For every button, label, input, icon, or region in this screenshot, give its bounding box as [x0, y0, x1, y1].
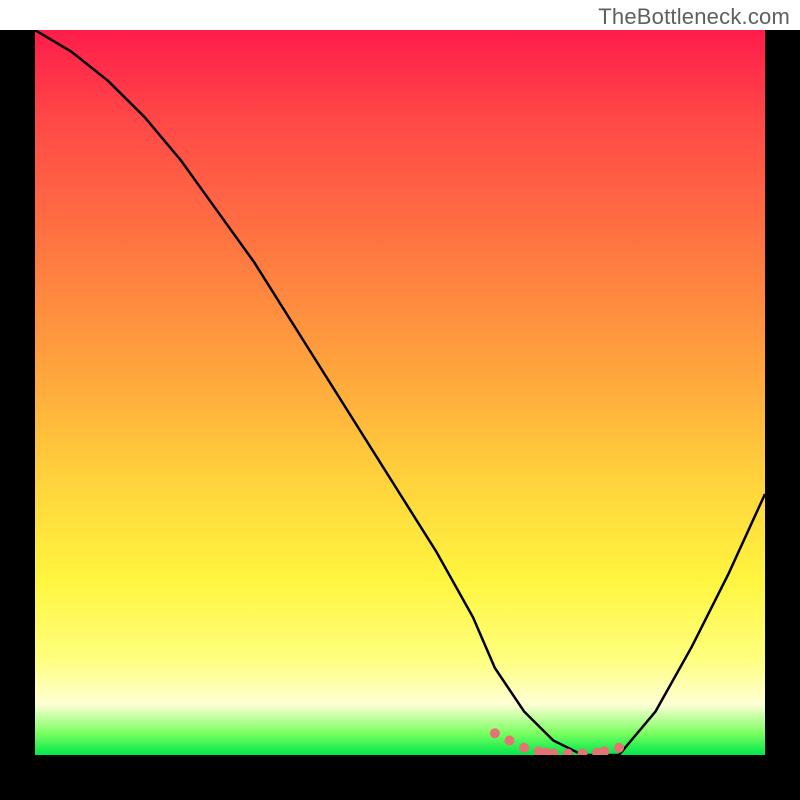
- min-marker: [519, 743, 529, 753]
- plot-outer: [0, 30, 800, 800]
- axis-right-bar: [765, 30, 800, 755]
- min-marker: [614, 743, 624, 753]
- min-marker: [599, 746, 609, 755]
- axis-left-bar: [0, 30, 35, 755]
- min-marker: [490, 728, 500, 738]
- min-marker: [505, 736, 515, 746]
- plot-area: [35, 30, 765, 755]
- axis-bottom-bar: [0, 755, 800, 800]
- chart-frame: TheBottleneck.com: [0, 0, 800, 800]
- main-curve: [35, 30, 765, 755]
- curve-svg: [35, 30, 765, 755]
- watermark-text: TheBottleneck.com: [598, 4, 790, 30]
